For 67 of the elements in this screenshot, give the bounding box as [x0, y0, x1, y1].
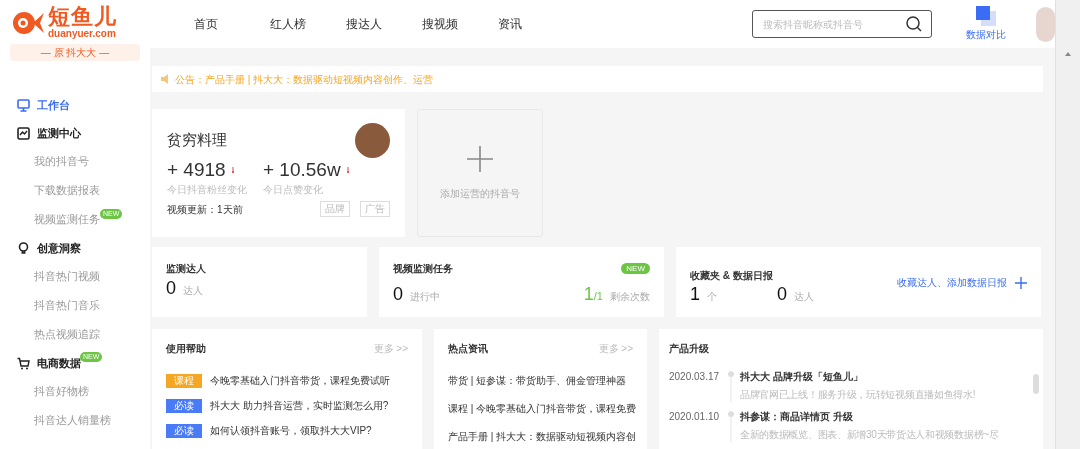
- plus-icon: [467, 145, 493, 172]
- help-link[interactable]: 今晚零基础入门抖音带货，课程免费试听: [210, 373, 390, 388]
- speaker-icon: [160, 73, 169, 85]
- figure-unit: 剩余次数: [610, 290, 650, 304]
- search-icon[interactable]: [906, 16, 922, 32]
- upgrade-title: 抖大大 品牌升级「短鱼儿」: [739, 370, 864, 384]
- sidebar-section[interactable]: 工作台: [0, 91, 150, 119]
- favorites-link[interactable]: 收藏达人、添加数据日报: [897, 275, 1007, 290]
- help-link[interactable]: 抖大大 助力抖音运营，实时监测怎么用?: [210, 398, 389, 413]
- notice-text: 公告：产品手册 | 抖大大：数据驱动短视频内容创作、运营: [175, 72, 434, 87]
- plus-icon[interactable]: [1015, 276, 1027, 289]
- figure-value: 0: [393, 284, 403, 304]
- tagline-banner: — 原 抖大大 —: [10, 44, 140, 61]
- card-title: 收藏夹 & 数据日报: [690, 269, 773, 283]
- scrollbar[interactable]: [1055, 0, 1080, 449]
- card-title: 使用帮助: [166, 342, 206, 356]
- tag-label: 课程: [166, 373, 202, 388]
- tag-label: 广告: [360, 201, 390, 217]
- figure-unit: 达人: [183, 284, 203, 298]
- card-title: 视频监测任务: [393, 262, 453, 276]
- news-link[interactable]: 带货 | 短参谋：带货助手、佣金管理神器: [448, 373, 633, 388]
- update-text: 视频更新：1天前: [167, 202, 243, 217]
- arrow-down-icon: [231, 166, 234, 174]
- nav-link[interactable]: 搜达人: [346, 15, 422, 33]
- fish-logo-icon: [10, 9, 45, 36]
- chart-icon: [17, 126, 30, 140]
- tag-label: 必读: [166, 398, 202, 413]
- arrow-down-icon: [346, 166, 349, 174]
- account-avatar: [355, 123, 390, 158]
- tag-label: 必读: [166, 423, 202, 438]
- timeline-dot-icon: [727, 409, 735, 443]
- monitor-icon: [17, 98, 30, 112]
- logo-domain: duanyuer.com: [48, 29, 117, 39]
- figure-unit: 达人: [794, 290, 815, 304]
- logo-name: 短鱼儿: [48, 6, 117, 28]
- account-name: 贫穷料理: [167, 130, 227, 150]
- squares-icon: [976, 6, 996, 26]
- cart-icon: [17, 356, 30, 370]
- timeline-dot-icon: [727, 369, 735, 403]
- list-scrollbar[interactable]: [1033, 374, 1039, 394]
- nav-link[interactable]: 首页: [194, 15, 270, 33]
- nav-link[interactable]: 资讯: [498, 15, 574, 33]
- sidebar-section[interactable]: 创意洞察: [0, 234, 150, 262]
- bulb-icon: [17, 241, 30, 255]
- new-badge: NEW: [621, 263, 650, 274]
- figure-unit: 进行中: [410, 290, 440, 304]
- card-title: 监测达人: [166, 262, 206, 276]
- nav-link[interactable]: 红人榜: [270, 15, 346, 33]
- upgrade-date: 2020.01.10: [669, 410, 721, 424]
- figure-unit: 个: [707, 290, 717, 304]
- figure-value: 0: [166, 278, 176, 298]
- compare-link[interactable]: 数据对比: [966, 6, 1006, 42]
- figure-value: 1: [583, 284, 594, 304]
- scroll-up-icon[interactable]: [1065, 52, 1071, 56]
- help-link[interactable]: 如何认领抖音账号，领取抖大大VIP?: [210, 423, 372, 438]
- news-link[interactable]: 产品手册 | 抖大大：数据驱动短视频内容创: [448, 429, 633, 444]
- sidebar-section[interactable]: 监测中心: [0, 119, 150, 147]
- figure-value: 1: [690, 284, 700, 304]
- stat-value: + 4918: [167, 159, 226, 181]
- card-title: 产品升级: [669, 342, 710, 356]
- upgrade-date: 2020.03.17: [669, 370, 721, 384]
- stat-value: + 10.56w: [263, 159, 341, 181]
- nav-link[interactable]: 搜视频: [422, 15, 498, 33]
- upgrade-title: 抖参谋：商品详情页 升级: [739, 410, 854, 424]
- card-title: 热点资讯: [448, 342, 488, 356]
- figure-suffix: /1: [593, 289, 603, 304]
- figure-value: 0: [777, 284, 788, 304]
